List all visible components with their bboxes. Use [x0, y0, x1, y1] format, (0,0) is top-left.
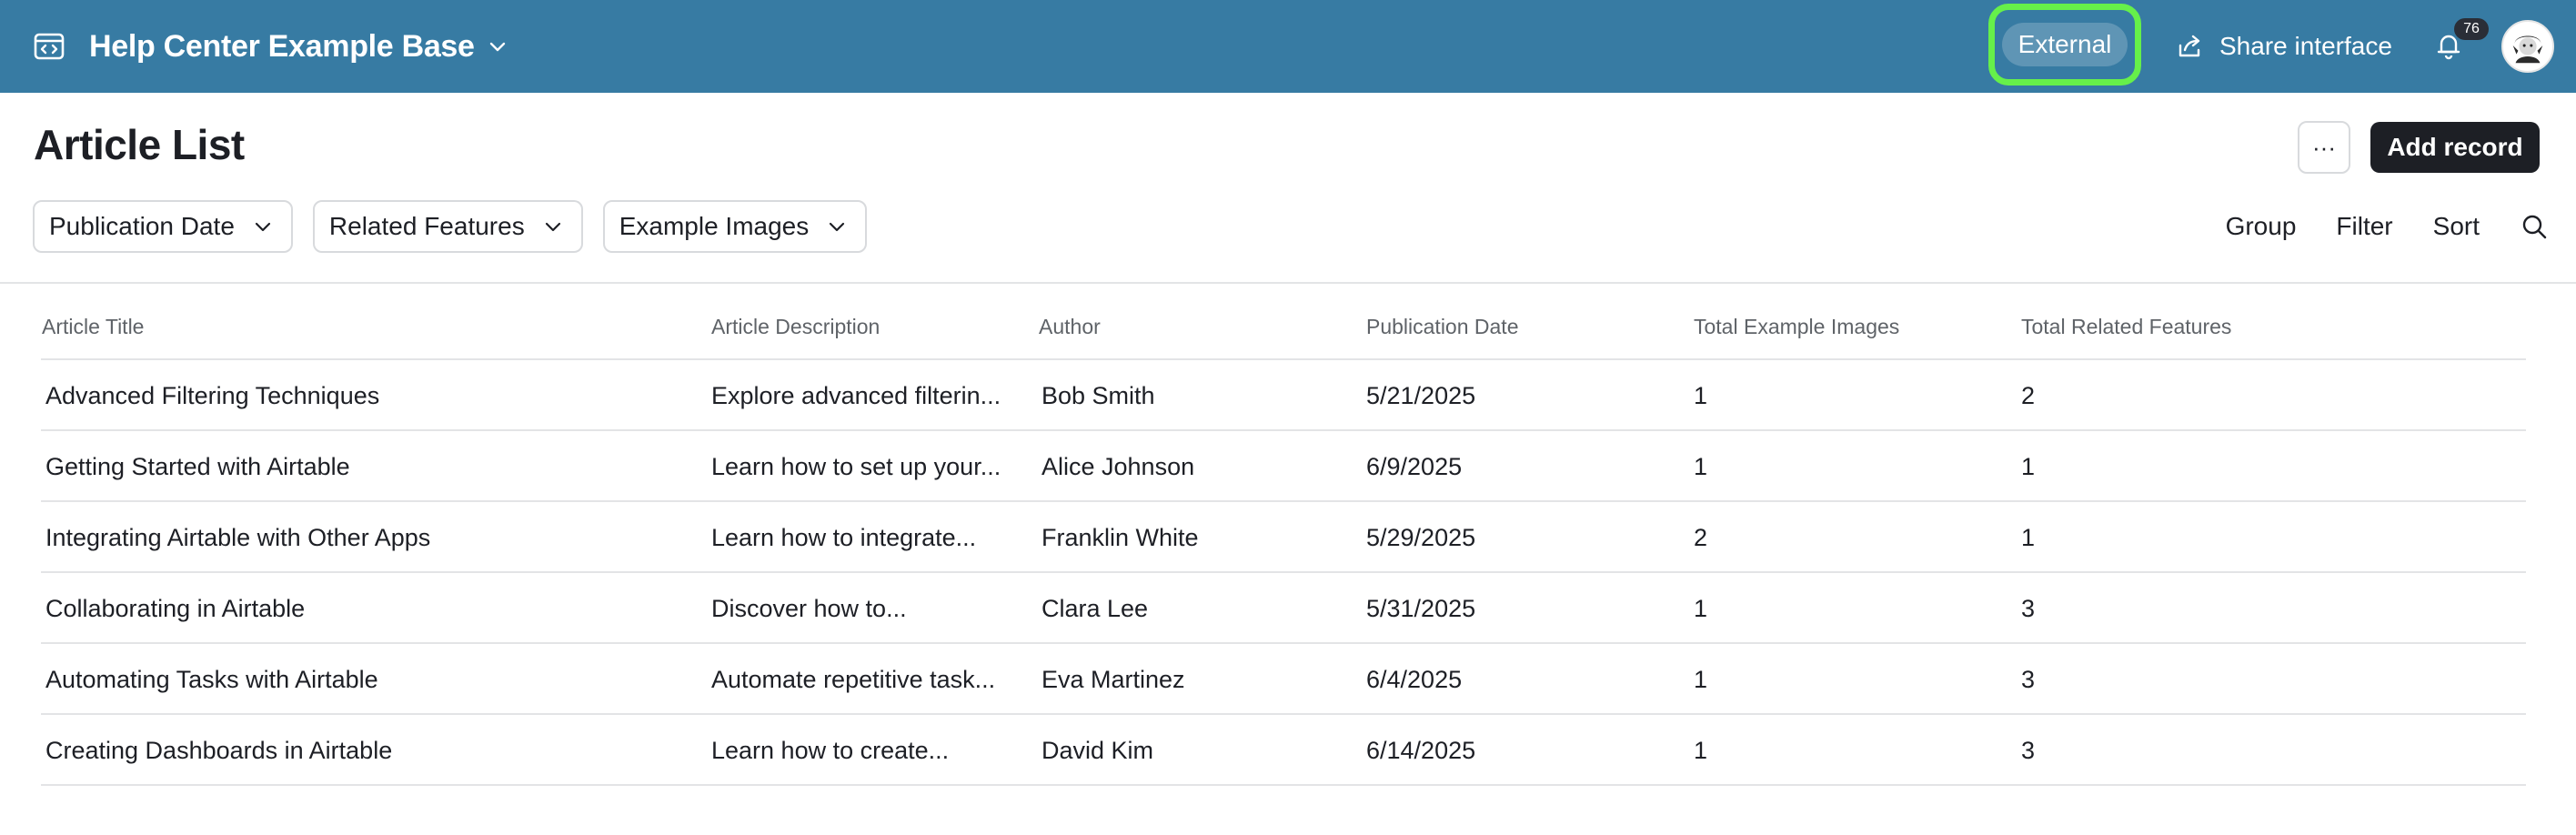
share-interface-label: Share interface: [2219, 32, 2392, 60]
cell-total-related-features: 1: [2021, 524, 2036, 551]
cell-article-description: Learn how to set up your...: [711, 453, 1001, 480]
cell-article-description: Automate repetitive task...: [711, 666, 996, 693]
top-bar: Help Center Example Base External Share …: [0, 0, 2576, 93]
external-button[interactable]: External: [2001, 23, 2128, 66]
column-header[interactable]: Total Example Images: [1694, 315, 1899, 339]
cell-article-description: Discover how to...: [711, 595, 907, 622]
column-header[interactable]: Total Related Features: [2021, 315, 2231, 339]
cell-article-title: Integrating Airtable with Other Apps: [45, 524, 431, 551]
search-icon[interactable]: [2520, 212, 2549, 241]
table-row[interactable]: Integrating Airtable with Other Apps Lea…: [41, 502, 2526, 573]
cell-article-title: Advanced Filtering Techniques: [45, 382, 380, 409]
column-header[interactable]: Author: [1039, 315, 1101, 339]
sort-button[interactable]: Sort: [2433, 212, 2480, 241]
notification-count-badge: 76: [2454, 18, 2489, 40]
cell-total-related-features: 3: [2021, 595, 2036, 622]
cell-article-description: Learn how to integrate...: [711, 524, 977, 551]
column-header[interactable]: Publication Date: [1366, 315, 1519, 339]
table-row[interactable]: Creating Dashboards in Airtable Learn ho…: [41, 715, 2526, 786]
more-options-button[interactable]: ···: [2298, 121, 2350, 174]
cell-publication-date: 5/21/2025: [1366, 382, 1476, 409]
cell-total-example-images: 1: [1694, 666, 1708, 693]
chevron-down-icon: [827, 216, 847, 236]
page-title: Article List: [34, 121, 245, 168]
filter-label: Publication Date: [49, 212, 235, 240]
cell-article-description: Learn how to create...: [711, 737, 950, 764]
cell-author: Eva Martinez: [1041, 666, 1185, 693]
base-name[interactable]: Help Center Example Base: [89, 29, 475, 65]
base-switcher[interactable]: Help Center Example Base: [33, 0, 508, 93]
filter-bar: Publication Date Related Features Exampl…: [33, 200, 868, 253]
avatar[interactable]: [2501, 20, 2554, 73]
share-interface-button[interactable]: Share interface: [2176, 0, 2392, 93]
cell-article-title: Creating Dashboards in Airtable: [45, 737, 393, 764]
filter-example-images[interactable]: Example Images: [602, 200, 868, 253]
cell-publication-date: 6/9/2025: [1366, 453, 1463, 480]
cell-article-title: Automating Tasks with Airtable: [45, 666, 378, 693]
view-tools: Group Filter Sort: [2226, 200, 2549, 253]
chevron-down-icon: [253, 216, 273, 236]
interface-app-icon[interactable]: [33, 30, 65, 63]
filter-button[interactable]: Filter: [2336, 212, 2392, 241]
cell-author: Franklin White: [1041, 524, 1199, 551]
cell-article-title: Getting Started with Airtable: [45, 453, 350, 480]
filter-publication-date[interactable]: Publication Date: [33, 200, 293, 253]
avatar-icon: [2506, 25, 2550, 68]
cell-total-example-images: 1: [1694, 595, 1708, 622]
share-icon: [2176, 33, 2203, 60]
add-record-button[interactable]: Add record: [2370, 122, 2540, 173]
cell-publication-date: 6/14/2025: [1366, 737, 1476, 764]
cell-author: Clara Lee: [1041, 595, 1149, 622]
cell-total-example-images: 1: [1694, 737, 1708, 764]
cell-article-description: Explore advanced filterin...: [711, 382, 1001, 409]
cell-author: Bob Smith: [1041, 382, 1155, 409]
records-table: Article Title Article Description Author…: [41, 284, 2526, 786]
filter-label: Related Features: [328, 212, 525, 240]
column-header[interactable]: Article Title: [42, 315, 144, 339]
cell-author: Alice Johnson: [1041, 453, 1195, 480]
cell-article-title: Collaborating in Airtable: [45, 595, 306, 622]
table-header: Article Title Article Description Author…: [41, 284, 2526, 360]
cell-publication-date: 6/4/2025: [1366, 666, 1463, 693]
filter-label: Example Images: [619, 212, 810, 240]
table-row[interactable]: Automating Tasks with Airtable Automate …: [41, 644, 2526, 715]
cell-total-related-features: 2: [2021, 382, 2036, 409]
cell-total-related-features: 1: [2021, 453, 2036, 480]
cell-author: David Kim: [1041, 737, 1154, 764]
column-header[interactable]: Article Description: [711, 315, 880, 339]
group-button[interactable]: Group: [2226, 212, 2297, 241]
cell-total-example-images: 2: [1694, 524, 1708, 551]
cell-publication-date: 5/29/2025: [1366, 524, 1476, 551]
cell-total-example-images: 1: [1694, 453, 1708, 480]
cell-total-related-features: 3: [2021, 737, 2036, 764]
cell-total-related-features: 3: [2021, 666, 2036, 693]
external-highlight: External: [1988, 4, 2141, 86]
filter-related-features[interactable]: Related Features: [312, 200, 583, 253]
cell-publication-date: 5/31/2025: [1366, 595, 1476, 622]
table-row[interactable]: Collaborating in Airtable Discover how t…: [41, 573, 2526, 644]
chevron-down-icon[interactable]: [488, 36, 508, 56]
chevron-down-icon: [543, 216, 563, 236]
table-row[interactable]: Advanced Filtering Techniques Explore ad…: [41, 360, 2526, 431]
table-row[interactable]: Getting Started with Airtable Learn how …: [41, 431, 2526, 502]
cell-total-example-images: 1: [1694, 382, 1708, 409]
